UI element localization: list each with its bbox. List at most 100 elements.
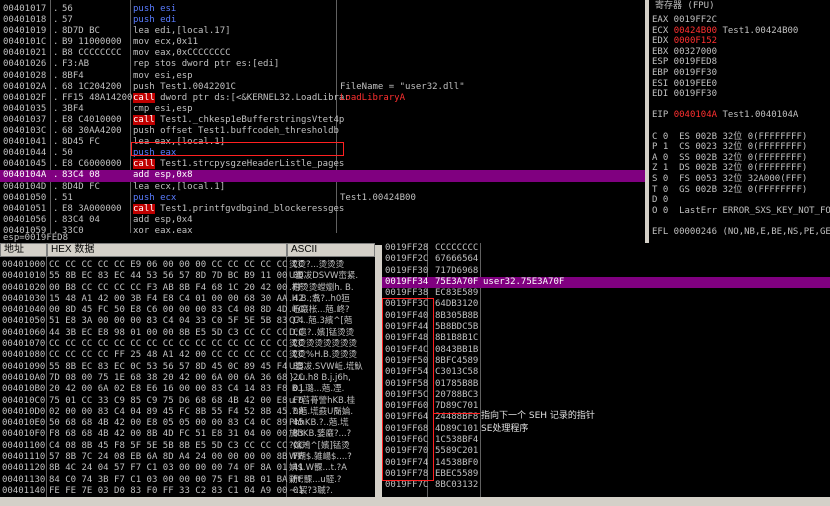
- disasm-address: 0040103C: [3, 126, 47, 137]
- disasm-row[interactable]: 00401026. F3:AB rep stos dword ptr es:[edi…: [0, 59, 645, 70]
- disasm-instruction: mov eax,0xCCCCCCCC: [133, 48, 231, 59]
- register-line: S 0 FS 0053 32位 32A000(FFF): [652, 173, 808, 184]
- disasm-row[interactable]: 0040104D. 8D4D FC lea ecx,[local.1]: [0, 182, 645, 193]
- call-keyword: call: [133, 92, 155, 103]
- register-line: ESP 0019FED8: [652, 57, 718, 68]
- disasm-row[interactable]: 00401050. 51 push ecx Test1.00424B00: [0, 193, 645, 204]
- disasm-row[interactable]: 00401059. 33C0 xor eax,eax: [0, 226, 645, 233]
- stack-row[interactable]: 0019FF68 4D89C101: [382, 424, 830, 435]
- stack-row[interactable]: 0019FF54 C3013C58: [382, 367, 830, 378]
- stack-row[interactable]: 0019FF5C 20788BC3: [382, 390, 830, 401]
- disasm-bytes: 8D4D FC: [62, 181, 100, 192]
- stack-row[interactable]: 0019FF3C 64DB3120: [382, 299, 830, 310]
- stack-row[interactable]: 0019FF7C 8BC03132: [382, 480, 830, 491]
- dump-header-address[interactable]: 地址: [0, 243, 47, 257]
- stack-address: 0019FF7C: [385, 480, 429, 491]
- disasm-marker: .: [53, 181, 59, 192]
- disasm-bytes: 57: [62, 15, 73, 26]
- disasm-row[interactable]: 0040101C. B9 11000000 mov ecx,0x11: [0, 37, 645, 48]
- stack-row[interactable]: 0019FF74 14538BF0: [382, 458, 830, 469]
- dump-pane[interactable]: 00401000 CC CC CC CC CC E9 06 00 00 00 CC…: [0, 257, 375, 497]
- call-keyword: call: [133, 203, 155, 214]
- dump-ascii: .H.B.;翥?..h0狟: [289, 293, 350, 304]
- disasm-instruction: xor eax,eax: [133, 225, 193, 233]
- dump-hex: 00 8D 45 FC 50 E8 C6 00 00 00 83 C4 08 8…: [49, 305, 304, 316]
- dump-hex: 15 48 A1 42 00 3B F4 E8 C4 01 00 00 68 3…: [49, 293, 304, 304]
- stack-row[interactable]: 0019FF28 CCCCCCCC: [382, 243, 830, 254]
- stack-row[interactable]: 0019FF4C 0843BB1B: [382, 345, 830, 356]
- disasm-address: 00401021: [3, 48, 47, 59]
- disasm-row[interactable]: 0040102A. 68 1C204200 push Test1.0042201C F…: [0, 82, 645, 93]
- stack-row[interactable]: 0019FF6C 1C538BF4: [382, 435, 830, 446]
- register-line: [652, 100, 830, 111]
- dump-row: 004010F0 F8 68 68 4B 42 00 8B 4D FC 51 E8…: [0, 429, 375, 440]
- disasm-bytes: 68 1C204200: [62, 81, 122, 92]
- dump-row: 004010D0 02 00 00 83 C4 04 89 45 FC 8B 55…: [0, 407, 375, 418]
- disasm-instruction: call Test1._chkesp1eBufferstringsVtet4p: [133, 114, 344, 126]
- disasm-row[interactable]: 0040103C. 68 30AA4200 push offset Test1.bu…: [0, 126, 645, 137]
- stack-row[interactable]: 0019FF78 EBEC5589: [382, 469, 830, 480]
- dump-address: 004010C0: [2, 395, 46, 406]
- disasm-row[interactable]: 00401019. 8D7D BC lea edi,[local.17]: [0, 26, 645, 37]
- dump-ascii: D;扈?..嬪]锰烫烫: [289, 327, 355, 338]
- disasm-instruction: call dword ptr ds:[<&KERNEL32.LoadLibrar: [133, 92, 350, 104]
- stack-row[interactable]: 0019FF58 01785B8B: [382, 379, 830, 390]
- disasm-row[interactable]: 00401017. 56 push esi: [0, 4, 645, 15]
- dump-hex: 00 B8 CC CC CC CC F3 AB 8B F4 68 1C 20 4…: [49, 282, 304, 293]
- dump-address: 00401130: [2, 474, 46, 485]
- stack-row[interactable]: 0019FF30 717D6968: [382, 266, 830, 277]
- stack-row[interactable]: 0019FF38 EC83E589: [382, 288, 830, 299]
- stack-pane[interactable]: 0019FF28 CCCCCCCC 0019FF2C 67666564 0019FF30…: [382, 243, 830, 497]
- stack-value: 8B1B8B1C: [435, 333, 479, 344]
- stack-row[interactable]: 0019FF40 8B305B8B: [382, 311, 830, 322]
- registers-pane[interactable]: 寄存器 (FPU) EAX 0019FF2C ECX 00424B00 Test1…: [649, 0, 830, 245]
- dump-rows: 00401000 CC CC CC CC CC E9 06 00 00 00 CC…: [0, 260, 375, 497]
- disasm-row[interactable]: 00401035. 3BF4 cmp esi,esp: [0, 104, 645, 115]
- dump-address: 00401100: [2, 440, 46, 451]
- stack-row[interactable]: 0019FF60 7D89C701: [382, 401, 830, 412]
- disasm-row[interactable]: 00401045. E8 C6000000 call Test1.strcpysgz…: [0, 159, 645, 170]
- dump-row: 004010A0 7D 08 00 75 1E 68 38 20 42 00 6A…: [0, 373, 375, 384]
- dump-header-ascii[interactable]: ASCII: [287, 243, 375, 257]
- stack-row[interactable]: 0019FF44 5B8BDC5B: [382, 322, 830, 333]
- seh-annotation-1: 指向下一个 SEH 记录的指针: [481, 411, 595, 421]
- disasm-row[interactable]: 00401037. E8 C4010000 call Test1._chkesp1e…: [0, 114, 645, 126]
- disasm-marker: .: [53, 126, 59, 137]
- register-name: ECX: [652, 25, 674, 36]
- stack-row[interactable]: 0019FF64 24488BF8: [382, 412, 830, 423]
- dump-ascii: B.j.璐...兡.凐.: [289, 384, 345, 395]
- disasm-address: 00401017: [3, 4, 47, 14]
- disasm-row[interactable]: 00401018. 57 push edi: [0, 15, 645, 26]
- stack-value: 14538BF0: [435, 457, 479, 468]
- dump-header-hex[interactable]: HEX 数据: [47, 243, 287, 257]
- stack-value: 75E3A70F: [435, 276, 479, 287]
- disassembly-pane[interactable]: 00401017. 56 push esi 00401018. 57 push edi 00…: [0, 0, 645, 233]
- stack-row[interactable]: 0019FF70 5589C201: [382, 446, 830, 457]
- dump-address: 004010E0: [2, 418, 46, 429]
- disasm-marker: .: [53, 137, 59, 148]
- stack-row[interactable]: 0019FF34 75E3A70F user32.75E3A70F: [382, 276, 830, 289]
- disasm-instruction: push Test1.0042201C: [133, 81, 236, 92]
- dump-hex: 50 68 68 4B 42 00 E8 05 05 00 00 83 C4 0…: [49, 418, 304, 429]
- dump-hex: CC CC CC CC CC CC CC CC CC CC CC CC CC C…: [49, 339, 304, 350]
- register-name: EDX: [652, 36, 674, 47]
- register-line: EBX 00327000: [652, 46, 718, 57]
- register-line: EFL 00000246 (NO,NB,E,BE,NS,PE,GE,: [652, 226, 830, 237]
- disasm-marker: .: [53, 48, 59, 59]
- register-value: 00424B00: [673, 25, 718, 36]
- register-line: Z 1 DS 002B 32位 0(FFFFFFFF): [652, 163, 808, 174]
- dump-row: 00401140 FE FE 7E 03 D0 83 F0 FF 33 C2 83…: [0, 486, 375, 497]
- disasm-row[interactable]: 0040102F. FF15 48A14200 call dword ptr ds:…: [0, 92, 645, 104]
- stack-row[interactable]: 0019FF2C 67666564: [382, 254, 830, 265]
- disasm-row[interactable]: 0040104A. 83C4 08 add esp,0x8: [0, 170, 645, 182]
- disasm-marker: .: [53, 148, 59, 159]
- dump-address: 00401040: [2, 305, 46, 316]
- disasm-row[interactable]: 00401056. 83C4 04 add esp,0x4: [0, 215, 645, 226]
- disasm-marker: .: [53, 114, 59, 125]
- stack-row[interactable]: 0019FF50 8BFC4589: [382, 356, 830, 367]
- disasm-row[interactable]: 00401021. B8 CCCCCCCC mov eax,0xCCCCCCCC: [0, 48, 645, 59]
- dump-row: 00401010 55 8B EC 83 EC 44 53 56 57 8D 7D…: [0, 271, 375, 282]
- disasm-row[interactable]: 00401051. E8 3A000000 call Test1.printfgvd…: [0, 203, 645, 215]
- stack-row[interactable]: 0019FF48 8B1B8B1C: [382, 333, 830, 344]
- disasm-row[interactable]: 00401028. 8BF4 mov esi,esp: [0, 71, 645, 82]
